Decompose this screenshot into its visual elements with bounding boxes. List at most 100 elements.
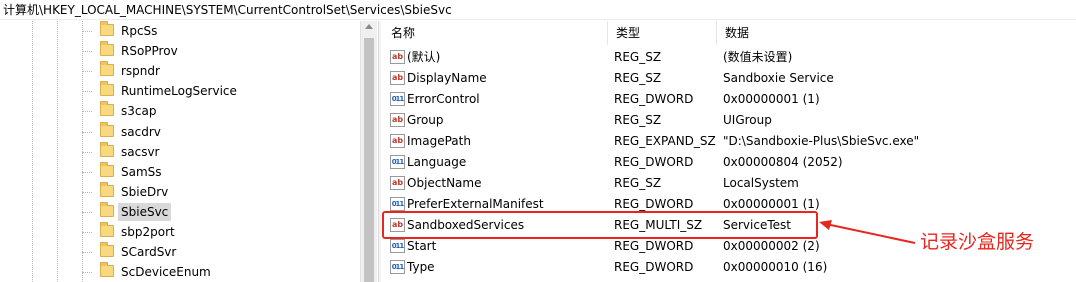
tree-connector [82,151,92,153]
string-value-icon: ab [390,50,405,64]
value-row[interactable]: ab (默认) REG_SZ (数值未设置) [383,47,1076,68]
tree-connector [82,51,92,53]
binary-value-icon: 011 [390,239,405,253]
tree-item-label: RuntimeLogService [121,84,237,99]
column-header-data[interactable]: 数据 [717,21,1076,45]
tree-connector [82,31,92,32]
value-type: REG_EXPAND_SZ [614,134,716,148]
tree-item-label: SbieSvc [118,202,172,221]
tree-item-label: RpcSs [121,24,158,38]
annotation-text: 记录沙盒服务 [920,231,1035,253]
folder-icon [100,141,114,157]
tree-item[interactable]: sacsvr [0,141,360,163]
highlight-box [382,211,818,239]
folder-icon [100,21,114,36]
folder-icon [100,121,114,137]
value-data: 0x00000001 (1) [723,92,820,106]
value-type: REG_SZ [614,113,662,127]
value-row[interactable]: ab ImagePath REG_EXPAND_SZ "D:\Sandboxie-Pl… [383,131,1076,152]
binary-value-icon: 011 [390,260,405,274]
tree-item[interactable]: SCardSvr [0,242,360,263]
value-data: 0x00000010 (16) [723,260,828,274]
value-type: REG_SZ [614,176,662,190]
folder-icon [100,181,114,197]
tree-connector [82,131,92,133]
registry-key-tree: RpcSs RSoPProv rspndr RuntimeLogService s3ca… [0,21,378,282]
value-row[interactable]: 011 Language REG_DWORD 0x00000804 (2052) [383,152,1076,173]
tree-item-label: sacsvr [121,144,160,159]
value-row[interactable]: ab ObjectName REG_SZ LocalSystem [383,173,1076,194]
tree-item[interactable]: RpcSs [0,21,360,42]
tree-item[interactable]: sacdrv [0,121,360,143]
string-value-icon: ab [390,113,405,127]
folder-icon [100,222,114,237]
value-name: ErrorControl [407,92,480,106]
value-data: 0x00000002 (2) [723,239,820,253]
string-value-icon: ab [390,71,405,85]
value-name: Type [407,260,435,274]
scrollbar-thumb[interactable] [364,38,374,282]
value-row[interactable]: ab Group REG_SZ UIGroup [383,110,1076,131]
tree-connector [82,191,92,193]
tree-connector [82,252,92,254]
tree-item-label: SCardSvr [121,245,177,260]
value-type: REG_SZ [614,50,662,64]
binary-value-icon: 011 [390,155,405,169]
value-row[interactable]: ab DisplayName REG_SZ Sandboxie Service [383,68,1076,89]
tree-item-label: RSoPProv [121,44,178,59]
address-path: 计算机\HKEY_LOCAL_MACHINE\SYSTEM\CurrentCon… [3,3,452,17]
tree-item-label: rspndr [121,64,160,79]
tree-connector [82,91,92,93]
string-value-icon: ab [390,176,405,190]
folder-icon [100,161,114,177]
tree-item[interactable]: SamSs [0,161,360,183]
binary-value-icon: 011 [390,197,405,211]
binary-value-icon: 011 [390,92,405,106]
value-type: REG_SZ [614,71,662,85]
value-data: LocalSystem [723,176,799,190]
pane-splitter[interactable] [378,21,381,282]
tree-item-label: sacdrv [121,124,161,139]
scroll-up-arrow-icon[interactable] [365,24,373,29]
tree-scrollbar[interactable] [360,21,377,282]
tree-item[interactable]: sbp2port [0,222,360,243]
value-name: ImagePath [407,134,471,148]
tree-connector [82,171,92,173]
tree-item[interactable]: RuntimeLogService [0,81,360,102]
annotation-arrow-icon [819,220,916,244]
address-bar[interactable]: 计算机\HKEY_LOCAL_MACHINE\SYSTEM\CurrentCon… [0,0,1076,20]
tree-item-label: SbieDrv [121,184,169,199]
value-type: REG_DWORD [614,92,694,106]
value-name: (默认) [407,50,441,64]
value-row[interactable]: 011 Type REG_DWORD 0x00000010 (16) [383,257,1076,278]
list-header: 名称 类型 数据 [383,21,1076,45]
value-type: REG_DWORD [614,155,694,169]
folder-icon [100,81,114,97]
column-header-type[interactable]: 类型 [608,21,717,45]
value-type: REG_DWORD [614,260,694,274]
tree-item[interactable]: SbieDrv [0,181,360,203]
tree-item-label: s3cap [121,104,157,119]
value-name: Language [407,155,467,169]
value-data: 0x00000804 (2052) [723,155,843,169]
value-row[interactable]: 011 ErrorControl REG_DWORD 0x00000001 (1) [383,89,1076,110]
tree-connector [82,111,92,113]
folder-icon [100,201,114,217]
value-name: ObjectName [407,176,482,190]
tree-item[interactable]: ScDeviceEnum [0,262,360,282]
value-type: REG_DWORD [614,239,694,253]
tree-connector [82,71,92,73]
tree-item-label: SamSs [121,164,162,179]
tree-item[interactable]: RSoPProv [0,41,360,62]
tree-item[interactable]: s3cap [0,101,360,122]
string-value-icon: ab [390,134,405,148]
value-data: Sandboxie Service [723,71,834,85]
folder-icon [100,41,114,57]
value-data: "D:\Sandboxie-Plus\SbieSvc.exe" [723,134,920,148]
tree-connector [82,211,92,213]
value-data: UIGroup [723,113,772,127]
tree-item[interactable]: SbieSvc [0,201,360,223]
column-header-name[interactable]: 名称 [383,21,608,45]
value-name: Group [407,113,444,127]
tree-item[interactable]: rspndr [0,61,360,82]
